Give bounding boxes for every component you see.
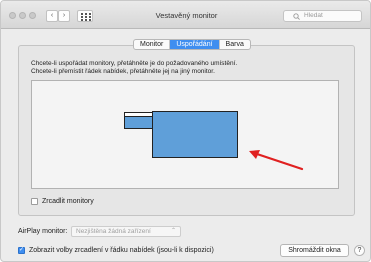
airplay-select-value: Nezjištěna žádná zařízení: [76, 228, 151, 235]
segmented-tabs: Monitor Uspořádání Barva: [133, 39, 251, 50]
gather-windows-button[interactable]: Shromáždit okna: [280, 244, 349, 257]
mirror-displays-checkbox[interactable]: [31, 198, 38, 205]
menubar-mirror-label: Zobrazit volby zrcadlení v řádku nabídek…: [29, 247, 214, 254]
help-button[interactable]: ?: [354, 245, 365, 256]
select-chevron-icon: ⌃: [170, 228, 176, 234]
tab-arrangement[interactable]: Uspořádání: [170, 40, 220, 49]
system-preferences-window: ‹ › Vestavěný monitor Hledat Monitor Usp…: [0, 0, 371, 262]
menubar-mirror-option[interactable]: ✓ Zobrazit volby zrcadlení v řádku nabíd…: [18, 247, 214, 254]
mirror-displays-option[interactable]: Zrcadlit monitory: [31, 198, 94, 205]
tab-monitor[interactable]: Monitor: [134, 40, 171, 49]
menubar-mirror-checkbox[interactable]: ✓: [18, 247, 25, 254]
mirror-displays-label: Zrcadlit monitory: [42, 198, 94, 205]
airplay-label: AirPlay monitor:: [18, 228, 68, 235]
airplay-select[interactable]: Nezjištěna žádná zařízení ⌃: [71, 226, 181, 237]
tab-color[interactable]: Barva: [220, 40, 250, 49]
